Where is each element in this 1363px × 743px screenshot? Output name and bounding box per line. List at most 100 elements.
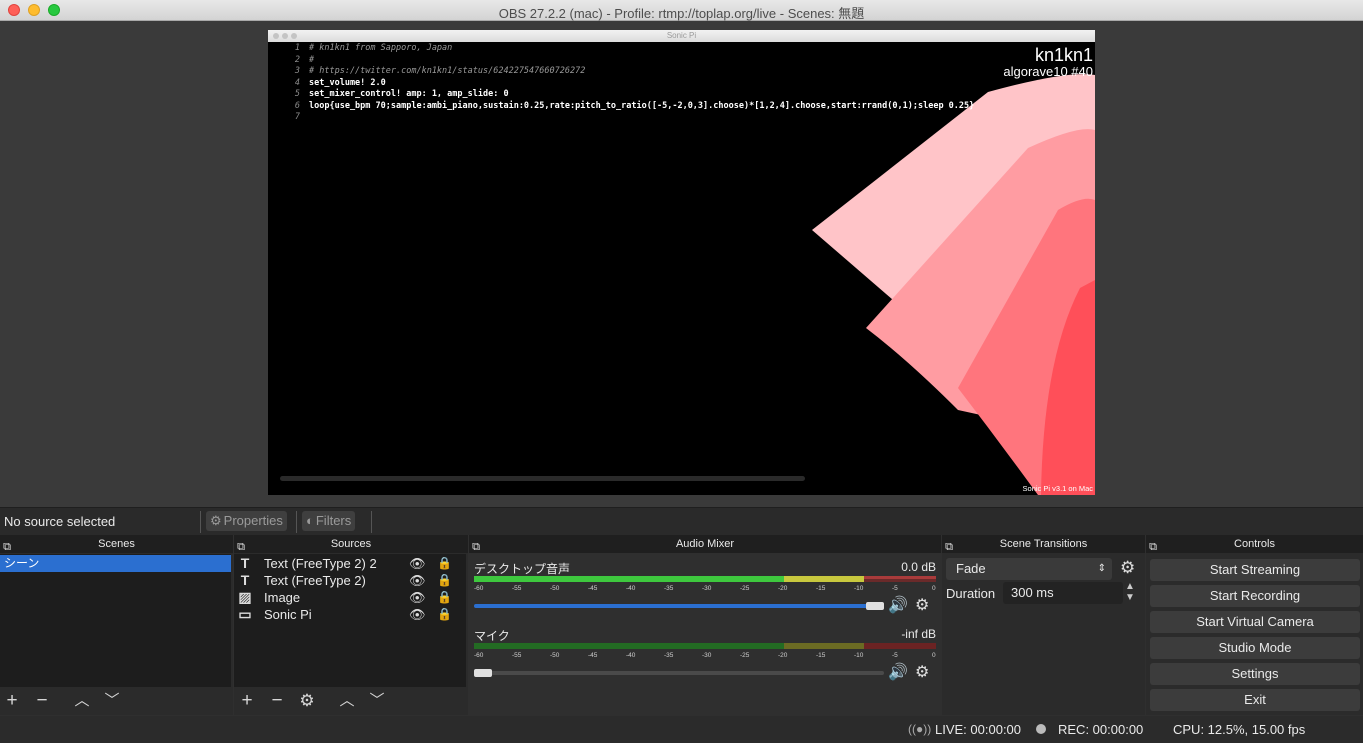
visibility-eye-icon[interactable]: 👁 (409, 555, 426, 572)
gear-icon[interactable]: ⚙ (915, 662, 929, 682)
window-title: OBS 27.2.2 (mac) - Profile: rtmp://topla… (498, 6, 865, 21)
code-line: 1 # kn1kn1 from Sapporo, Japan (294, 43, 453, 53)
float-dock-icon[interactable]: ⧉ (471, 538, 481, 553)
float-dock-icon[interactable]: ⧉ (2, 538, 12, 553)
properties-button[interactable]: ⚙ Properties (206, 511, 287, 531)
code-line: 4 set_volume! 2.0 (294, 77, 386, 88)
divider (200, 511, 201, 533)
volume-slider-handle[interactable] (474, 669, 492, 677)
duration-label: Duration (946, 586, 996, 601)
remove-source-button[interactable]: − (266, 691, 288, 711)
lock-icon[interactable]: 🔒 (437, 589, 452, 606)
scenes-header: ⧉ Scenes (0, 535, 233, 553)
rec-status: REC: 00:00:00 (1058, 722, 1144, 737)
move-source-down-button[interactable]: ﹀ (366, 691, 388, 711)
divider (371, 511, 372, 533)
scenes-toolbar: + − ︿ ﹀ (0, 687, 233, 715)
sources-dock: ⧉ Sources T Text (FreeType 2) 2 👁 🔒 T Tex… (234, 535, 468, 715)
move-scene-up-button[interactable]: ︿ (71, 691, 93, 711)
live-status: LIVE: 00:00:00 (935, 722, 1022, 737)
window-titlebar: OBS 27.2.2 (mac) - Profile: rtmp://topla… (0, 0, 1363, 21)
add-source-button[interactable]: + (236, 691, 258, 711)
exit-button[interactable]: Exit (1150, 689, 1360, 711)
duration-stepper[interactable]: ▲ ▼ (1125, 581, 1135, 603)
text-icon: T (240, 555, 250, 571)
gear-icon: ⚙ (210, 513, 222, 528)
code-line: 2 # (294, 54, 315, 65)
sonic-pi-footer: Sonic Pi v3.1 on Mac (1022, 484, 1093, 493)
start-recording-button[interactable]: Start Recording (1150, 585, 1360, 607)
sonic-pi-titlebar: Sonic Pi (268, 30, 1095, 42)
sources-list: T Text (FreeType 2) 2 👁 🔒 T Text (FreeTy… (234, 554, 466, 687)
gear-icon[interactable]: ⚙ (915, 595, 929, 615)
audio-mixer-dock: ⧉ Audio Mixer デスクトップ音声 0.0 dB -60 -55 -50… (469, 535, 941, 715)
source-item[interactable]: ▭ Sonic Pi 👁 🔒 (234, 606, 466, 623)
mixer-track-name: デスクトップ音声 (474, 562, 571, 576)
source-item[interactable]: ▨ Image 👁 🔒 (234, 589, 466, 606)
source-item[interactable]: T Text (FreeType 2) 2 👁 🔒 (234, 555, 466, 572)
scene-transitions-header: ⧉ Scene Transitions (942, 535, 1145, 553)
remove-scene-button[interactable]: − (31, 691, 53, 711)
lock-icon[interactable]: 🔒 (437, 555, 452, 572)
start-virtual-camera-button[interactable]: Start Virtual Camera (1150, 611, 1360, 633)
scenes-list: シーン (0, 554, 231, 687)
visibility-eye-icon[interactable]: 👁 (409, 589, 426, 606)
editor-scrollbar (280, 476, 805, 481)
scenes-dock: ⧉ Scenes シーン + − ︿ ﹀ (0, 535, 233, 715)
cpu-status: CPU: 12.5%, 15.00 fps (1173, 722, 1306, 737)
volume-slider[interactable] (474, 604, 884, 608)
code-line: 3 # https://twitter.com/kn1kn1/status/624… (294, 66, 586, 76)
speaker-icon[interactable]: 🔊 (888, 662, 908, 682)
duration-field[interactable]: 300 ms (1003, 582, 1123, 604)
float-dock-icon[interactable]: ⧉ (236, 538, 246, 553)
code-line: 7 (294, 112, 300, 122)
scene-item[interactable]: シーン (0, 555, 231, 572)
float-dock-icon[interactable]: ⧉ (1148, 538, 1158, 553)
source-context-bar: No source selected ⚙ Properties ◐ Filters (0, 507, 1363, 535)
visibility-eye-icon[interactable]: 👁 (409, 606, 426, 623)
program-preview[interactable]: Sonic Pi 1 # kn1kn1 from Sapporo, Japan 2 #… (268, 30, 1095, 495)
volume-slider-handle[interactable] (866, 602, 884, 610)
studio-mode-button[interactable]: Studio Mode (1150, 637, 1360, 659)
transition-select[interactable]: Fade ⇕ (946, 558, 1112, 580)
image-icon: ▨ (238, 589, 252, 605)
record-dot-icon (1036, 724, 1046, 734)
mixer-track-db: -inf dB (901, 627, 936, 641)
settings-button[interactable]: Settings (1150, 663, 1360, 685)
speaker-icon[interactable]: 🔊 (888, 595, 908, 615)
status-bar: ((●)) LIVE: 00:00:00 REC: 00:00:00 CPU: … (0, 716, 1363, 743)
controls-dock: ⧉ Controls Start Streaming Start Recordin… (1146, 535, 1363, 715)
sonic-pi-title: Sonic Pi (666, 31, 697, 40)
code-line: 6 loop{use_bpm 70;sample:ambi_piano,susta… (294, 100, 975, 111)
visibility-eye-icon[interactable]: 👁 (409, 572, 426, 589)
volume-slider[interactable] (474, 671, 884, 675)
move-scene-down-button[interactable]: ﹀ (101, 691, 123, 711)
no-source-label: No source selected (4, 514, 116, 529)
float-dock-icon[interactable]: ⧉ (944, 538, 954, 553)
source-item[interactable]: T Text (FreeType 2) 👁 🔒 (234, 572, 466, 589)
start-streaming-button[interactable]: Start Streaming (1150, 559, 1360, 581)
overlay-name-text: kn1kn1 (1034, 45, 1093, 65)
scene-transitions-dock: ⧉ Scene Transitions Fade ⇕ ⚙ Duration 300 … (942, 535, 1145, 715)
mixer-track-name: マイク (474, 629, 510, 643)
divider (296, 511, 297, 533)
text-icon: T (240, 572, 250, 588)
code-editor: 1 # kn1kn1 from Sapporo, Japan 2 #3 # https:… (278, 43, 974, 124)
sources-header: ⧉ Sources (234, 535, 468, 553)
broadcast-icon: ((●)) (908, 722, 932, 736)
volume-meter (474, 576, 936, 582)
controls-header: ⧉ Controls (1146, 535, 1363, 553)
chevron-updown-icon: ⇕ (1097, 563, 1106, 574)
window-capture-icon: ▭ (238, 606, 252, 622)
move-source-up-button[interactable]: ︿ (336, 691, 358, 711)
filters-button[interactable]: ◐ Filters (302, 511, 356, 531)
mixer-track-db: 0.0 dB (901, 560, 936, 574)
filter-icon: ◐ (306, 513, 314, 528)
gear-icon[interactable]: ⚙ (1120, 558, 1135, 578)
lock-icon[interactable]: 🔒 (437, 572, 452, 589)
source-properties-gear-icon[interactable]: ⚙ (296, 691, 318, 711)
volume-meter (474, 643, 936, 649)
sources-toolbar: + − ⚙ ︿ ﹀ (234, 687, 468, 715)
lock-icon[interactable]: 🔒 (437, 606, 452, 623)
add-scene-button[interactable]: + (1, 691, 23, 711)
